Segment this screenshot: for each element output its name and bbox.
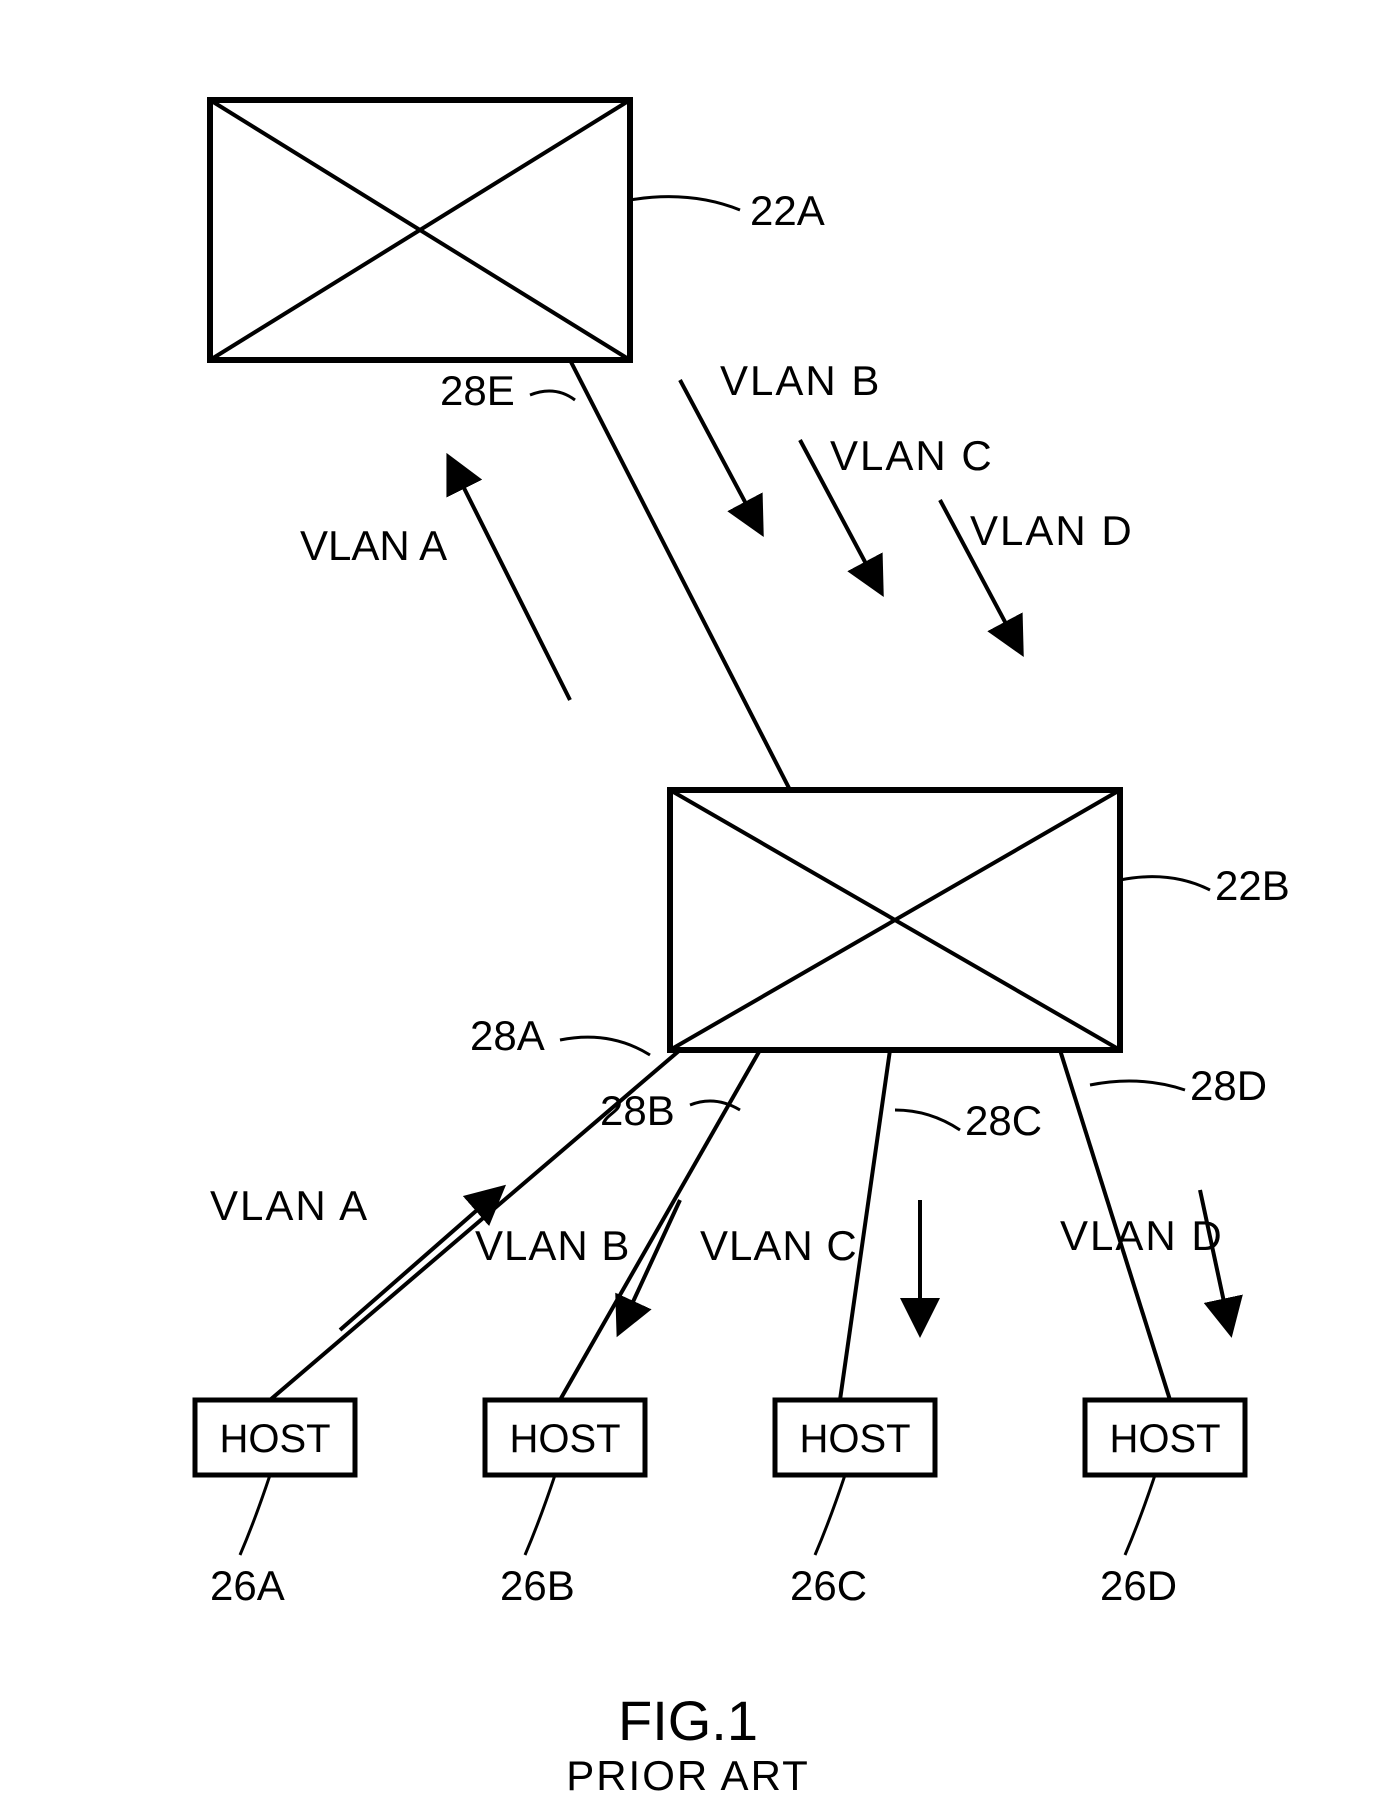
link-28e bbox=[570, 360, 790, 790]
label-vlan-a-top: VLAN A bbox=[300, 522, 447, 569]
host-d: HOST bbox=[1085, 1400, 1245, 1475]
figure-subtitle: PRIOR ART bbox=[566, 1752, 810, 1799]
ref-leader-26b bbox=[525, 1475, 555, 1555]
ref-leader-28d bbox=[1090, 1081, 1185, 1090]
ref-26a: 26A bbox=[210, 1562, 285, 1609]
ref-28c: 28C bbox=[965, 1097, 1042, 1144]
label-vlan-b-bottom: VLAN B bbox=[475, 1222, 630, 1269]
label-vlan-a-bottom: VLAN A bbox=[210, 1182, 369, 1229]
switch-22b bbox=[670, 790, 1120, 1050]
ref-28e: 28E bbox=[440, 367, 515, 414]
ref-leader-26a bbox=[240, 1475, 270, 1555]
ref-leader-28a bbox=[560, 1037, 650, 1055]
ref-28a: 28A bbox=[470, 1012, 545, 1059]
ref-22b: 22B bbox=[1215, 862, 1290, 909]
label-vlan-d-bottom: VLAN D bbox=[1060, 1212, 1224, 1259]
ref-leader-28b bbox=[690, 1101, 740, 1110]
ref-leader-28c bbox=[895, 1110, 960, 1130]
label-vlan-c-top: VLAN C bbox=[830, 432, 994, 479]
ref-28d: 28D bbox=[1190, 1062, 1267, 1109]
ref-26c: 26C bbox=[790, 1562, 867, 1609]
arrow-vlan-a-up bbox=[450, 460, 570, 700]
host-b: HOST bbox=[485, 1400, 645, 1475]
figure-title: FIG.1 bbox=[618, 1689, 758, 1752]
host-a: HOST bbox=[195, 1400, 355, 1475]
host-a-label: HOST bbox=[219, 1417, 330, 1461]
ref-26d: 26D bbox=[1100, 1562, 1177, 1609]
label-vlan-d-top: VLAN D bbox=[970, 507, 1134, 554]
switch-22a bbox=[210, 100, 630, 360]
ref-leader-26d bbox=[1125, 1475, 1155, 1555]
host-b-label: HOST bbox=[509, 1417, 620, 1461]
ref-leader-26c bbox=[815, 1475, 845, 1555]
ref-leader-22b bbox=[1120, 877, 1210, 890]
ref-leader-22a bbox=[630, 197, 740, 210]
ref-28b: 28B bbox=[600, 1087, 675, 1134]
arrow-vlan-d-bottom bbox=[1200, 1190, 1230, 1330]
host-c: HOST bbox=[775, 1400, 935, 1475]
ref-22a: 22A bbox=[750, 187, 825, 234]
host-d-label: HOST bbox=[1109, 1417, 1220, 1461]
host-c-label: HOST bbox=[799, 1417, 910, 1461]
label-vlan-c-bottom: VLAN C bbox=[700, 1222, 858, 1269]
ref-26b: 26B bbox=[500, 1562, 575, 1609]
label-vlan-b-top: VLAN B bbox=[720, 357, 881, 404]
figure-1: 22A 28E VLAN A VLAN B VLAN C VLAN D 22B … bbox=[0, 0, 1376, 1816]
ref-leader-28e bbox=[530, 391, 575, 400]
